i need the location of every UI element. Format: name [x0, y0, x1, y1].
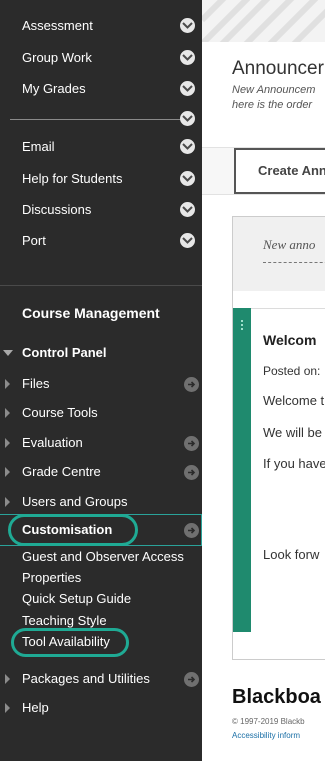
caret-right-icon	[5, 438, 10, 448]
caret-right-icon	[5, 467, 10, 477]
submenu-item-properties[interactable]: Properties	[22, 570, 81, 585]
cp-item-label: Evaluation	[22, 435, 83, 450]
cp-item-label: Course Tools	[22, 405, 98, 420]
submenu-item-guest-observer-access[interactable]: Guest and Observer Access	[22, 549, 184, 564]
cp-item-packages-and-utilities[interactable]: Packages and Utilities	[0, 667, 202, 691]
main-content: Announcer New Announcem here is the orde…	[202, 0, 325, 761]
sidebar-item-my-grades[interactable]: My Grades	[0, 77, 202, 101]
caret-down-icon[interactable]	[3, 350, 13, 356]
arrow-right-circle-icon[interactable]	[184, 377, 199, 392]
arrow-right-circle-icon[interactable]	[184, 672, 199, 687]
announcement-body-line: We will be	[263, 425, 323, 440]
cp-item-label: Files	[22, 376, 50, 391]
submenu-item-teaching-style[interactable]: Teaching Style	[22, 613, 107, 628]
announcement-body-line: Look forw	[263, 547, 320, 562]
sidebar-item-label: My Grades	[22, 81, 86, 96]
caret-right-icon	[5, 674, 10, 684]
create-announcement-button[interactable]: Create Ann	[234, 148, 325, 194]
announcement-body-line: Welcome t	[263, 393, 325, 408]
chevron-down-icon[interactable]	[180, 18, 195, 33]
highlight-oval	[11, 628, 129, 657]
caret-right-icon	[5, 703, 10, 713]
dashed-underline	[263, 262, 325, 263]
copyright-text: © 1997-2019 Blackb	[232, 717, 305, 726]
course-menu-sidebar: Assessment Group Work My Grades Email He…	[0, 0, 202, 761]
page-description-line: here is the order	[232, 99, 313, 111]
drag-handle[interactable]	[233, 308, 251, 632]
page-title: Announcer	[232, 58, 324, 79]
sidebar-item-email[interactable]: Email	[0, 135, 202, 159]
cp-item-label: Help	[22, 700, 49, 715]
course-management-heading: Course Management	[22, 305, 160, 321]
course-banner	[202, 0, 325, 42]
arrow-right-circle-icon[interactable]	[184, 523, 199, 538]
posted-on-label: Posted on:	[263, 364, 321, 378]
sidebar-item-group-work[interactable]: Group Work	[0, 46, 202, 70]
highlight-oval	[8, 514, 138, 546]
announcement-filter-area	[233, 217, 325, 291]
sidebar-item-discussions[interactable]: Discussions	[0, 198, 202, 222]
cp-item-evaluation[interactable]: Evaluation	[0, 431, 202, 455]
chevron-down-icon[interactable]	[180, 50, 195, 65]
sidebar-item-help-for-students[interactable]: Help for Students	[0, 167, 202, 191]
caret-right-icon	[5, 408, 10, 418]
sidebar-item-port[interactable]: Port	[0, 229, 202, 253]
cp-item-label: Users and Groups	[22, 494, 128, 509]
arrow-right-circle-icon[interactable]	[184, 465, 199, 480]
sidebar-item-label: Assessment	[22, 18, 93, 33]
sidebar-item-assessment[interactable]: Assessment	[0, 14, 202, 38]
caret-right-icon	[5, 497, 10, 507]
accessibility-link[interactable]: Accessibility inform	[232, 731, 300, 740]
cp-item-files[interactable]: Files	[0, 372, 202, 396]
announcement-body-line: If you have	[263, 456, 325, 471]
chevron-down-icon[interactable]	[180, 233, 195, 248]
sidebar-item-label: Group Work	[22, 50, 92, 65]
cp-item-label: Packages and Utilities	[22, 671, 150, 686]
caret-right-icon	[5, 379, 10, 389]
cp-item-grade-centre[interactable]: Grade Centre	[0, 460, 202, 484]
menu-divider	[10, 119, 186, 120]
section-separator	[0, 285, 202, 286]
chevron-down-icon[interactable]	[180, 81, 195, 96]
sidebar-item-label: Discussions	[22, 202, 92, 217]
chevron-down-icon[interactable]	[180, 111, 195, 126]
chevron-down-icon[interactable]	[180, 202, 195, 217]
announcement-title[interactable]: Welcom	[263, 332, 316, 348]
new-announcement-link[interactable]: New anno	[263, 237, 315, 253]
cp-item-label: Grade Centre	[22, 464, 101, 479]
chevron-down-icon[interactable]	[180, 171, 195, 186]
arrow-right-circle-icon[interactable]	[184, 436, 199, 451]
drag-grip-icon	[241, 320, 243, 330]
control-panel-heading[interactable]: Control Panel	[22, 345, 107, 360]
submenu-item-quick-setup-guide[interactable]: Quick Setup Guide	[22, 591, 131, 606]
page-description: New Announcem here is the order	[232, 83, 315, 113]
cp-item-users-and-groups[interactable]: Users and Groups	[0, 490, 202, 514]
sidebar-item-label: Email	[22, 139, 55, 154]
chevron-down-icon[interactable]	[180, 139, 195, 154]
cp-item-course-tools[interactable]: Course Tools	[0, 401, 202, 425]
page-description-line: New Announcem	[232, 84, 316, 96]
blackboard-logo: Blackboa	[232, 686, 321, 708]
sidebar-item-label: Port	[22, 233, 46, 248]
cp-item-help[interactable]: Help	[0, 696, 202, 720]
sidebar-item-label: Help for Students	[22, 171, 123, 186]
